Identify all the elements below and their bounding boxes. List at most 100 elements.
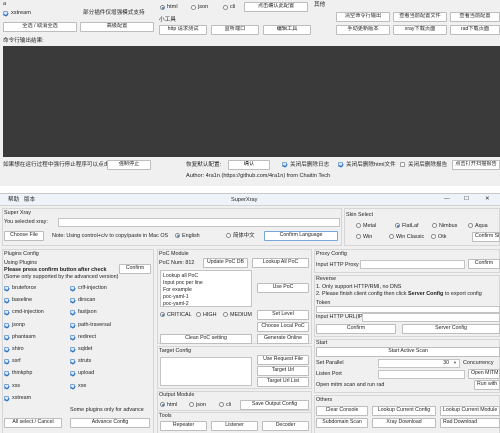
rad-download-button-cn[interactable]: rad下载页面	[450, 25, 500, 35]
clear-console-button[interactable]: Clear Console	[316, 406, 368, 416]
plugin-checkbox-ssrf[interactable]	[4, 359, 9, 365]
proxy-confirm-button[interactable]: Confirm	[468, 259, 500, 269]
plugin-checkbox-path-traversal[interactable]	[70, 322, 75, 328]
select-all-button-cn[interactable]: 全选 / 取消全选	[3, 22, 77, 32]
restore-confirm-button[interactable]: 确认	[228, 160, 270, 170]
output-json-radio[interactable]	[189, 402, 194, 407]
clean-poc-button[interactable]: Clean PoC setting	[160, 334, 252, 344]
plugin-checkbox-dirscan[interactable]	[70, 298, 75, 304]
close-icon[interactable]: ✕	[485, 196, 490, 202]
advance-config-button[interactable]: Advance Config	[70, 418, 150, 428]
skin-metal-radio[interactable]	[356, 223, 361, 228]
plugin-checkbox-upload[interactable]	[70, 371, 75, 377]
skin-win-radio[interactable]	[356, 234, 361, 239]
html-radio-cn[interactable]	[160, 5, 165, 10]
xray-path-field[interactable]	[58, 218, 340, 227]
poc-textarea[interactable]: Lookup all PoC Input poc per line For ex…	[160, 270, 252, 307]
decoder-button[interactable]: Decoder	[262, 421, 309, 431]
edit-tool-button-cn[interactable]: 编辑工具	[263, 25, 311, 35]
skin-aqua-radio[interactable]	[468, 223, 473, 228]
plugin-checkbox-phantasm[interactable]	[4, 334, 9, 340]
server-config-button[interactable]: Server Config	[402, 324, 500, 334]
plugins-confirm-button[interactable]: Confirm	[119, 264, 151, 274]
http-test-button-cn[interactable]: http 请求测试	[159, 25, 207, 35]
lookup-module-button[interactable]: Lookup Current Module	[440, 406, 500, 416]
delete-log-checkbox[interactable]	[282, 162, 287, 167]
listen-port-button-cn[interactable]: 监听端口	[211, 25, 259, 35]
plugin-checkbox-xxe[interactable]	[70, 383, 75, 389]
target-url-list-button[interactable]: Target Url List	[257, 377, 309, 387]
confirm-output-button-cn[interactable]: 点击确认此配置	[244, 2, 308, 12]
run-with-button[interactable]: Run with	[474, 380, 500, 390]
skin-otk-radio[interactable]	[431, 234, 436, 239]
menu-help[interactable]: 帮助	[8, 197, 19, 203]
advanced-config-button-cn[interactable]: 高级配置	[80, 22, 154, 32]
confirm-skin-button[interactable]: Confirm Skin	[472, 232, 500, 242]
plugin-checkbox-thinkphp[interactable]	[4, 371, 9, 377]
open-mitm-button[interactable]: Open MITM	[468, 369, 500, 379]
cmd-output-area[interactable]	[3, 46, 500, 157]
output-html-radio[interactable]	[160, 402, 165, 407]
plugin-checkbox-baseline[interactable]	[4, 298, 9, 304]
plugin-checkbox-xstream[interactable]	[4, 395, 9, 401]
plugin-checkbox-fastjson[interactable]	[70, 310, 75, 316]
skin-winclassic-radio[interactable]	[389, 234, 394, 239]
json-radio-cn[interactable]	[191, 5, 196, 10]
skin-flatlaf-radio[interactable]	[395, 223, 400, 228]
set-level-button[interactable]: Set Level	[257, 310, 309, 320]
start-active-scan-button[interactable]: Start Active Scan	[316, 347, 500, 357]
lookup-config-button[interactable]: Lookup Current Config	[372, 406, 436, 416]
critical-radio[interactable]	[160, 312, 165, 317]
target-textarea[interactable]	[160, 357, 252, 386]
delete-report-checkbox[interactable]	[400, 162, 405, 167]
choose-local-poc-button[interactable]: Choose Local PoC	[257, 322, 309, 332]
maximize-icon[interactable]: ☐	[464, 196, 469, 202]
lookup-all-poc-button[interactable]: Lookup All PoC	[252, 258, 309, 268]
plugin-checkbox-struts[interactable]	[70, 359, 75, 365]
save-output-button[interactable]: Save Output Config	[240, 400, 309, 410]
xstream-checkbox[interactable]	[3, 11, 8, 16]
confirm-language-button[interactable]: Confirm Language	[264, 231, 338, 241]
plugin-checkbox-bruteforce[interactable]	[4, 286, 9, 291]
parallel-select[interactable]: 30 ▼	[378, 359, 460, 368]
skin-nimbus-radio[interactable]	[432, 223, 437, 228]
manual-update-button-cn[interactable]: 手动更新版本	[336, 25, 390, 35]
plugin-checkbox-xss[interactable]	[4, 383, 9, 389]
listener-button[interactable]: Listener	[211, 421, 258, 431]
use-poc-button[interactable]: Use PoC	[257, 283, 309, 293]
open-report-button[interactable]: 点击打开扫描报告	[452, 160, 500, 170]
plugin-checkbox-shiro[interactable]	[4, 347, 9, 352]
generate-online-button[interactable]: Generate Online	[257, 334, 309, 344]
reverse-url-input[interactable]	[362, 313, 500, 322]
high-radio[interactable]	[196, 312, 201, 317]
proxy-input[interactable]	[360, 260, 465, 269]
listen-port-input[interactable]	[378, 370, 465, 379]
use-request-file-button[interactable]: Use Request File	[257, 355, 309, 365]
target-url-button[interactable]: Target Url	[257, 366, 309, 376]
medium-radio[interactable]	[223, 312, 228, 317]
plugin-checkbox-sqldet[interactable]	[70, 347, 75, 352]
plugin-checkbox-redirect[interactable]	[70, 334, 75, 340]
token-input[interactable]	[316, 306, 500, 313]
xray-download-button-cn[interactable]: xray下载页面	[393, 25, 447, 35]
plugin-checkbox-cmd-injection[interactable]	[4, 310, 9, 316]
minimize-icon[interactable]: —	[444, 196, 450, 202]
cli-radio-cn[interactable]	[223, 5, 228, 10]
reverse-confirm-button[interactable]: Confirm	[316, 324, 396, 334]
plugin-checkbox-crlf-injection[interactable]	[70, 286, 75, 291]
view-module-button-cn[interactable]: 查看当前配置	[450, 12, 500, 22]
english-radio[interactable]	[175, 233, 180, 238]
output-cli-radio[interactable]	[219, 402, 224, 407]
choose-file-button[interactable]: Choose File	[4, 231, 44, 241]
repeater-button[interactable]: Repeater	[160, 421, 207, 431]
subdomain-scan-button[interactable]: Subdomain Scan	[316, 418, 368, 428]
delete-html-checkbox[interactable]	[338, 162, 343, 167]
plugin-checkbox-jsonp[interactable]	[4, 322, 9, 328]
update-poc-db-button[interactable]: Update PoC DB	[203, 258, 248, 268]
force-stop-button[interactable]: 强制停止	[107, 160, 151, 170]
menu-version[interactable]: 版本	[24, 197, 35, 203]
xray-download-button[interactable]: Xray Download	[372, 418, 436, 428]
select-all-button[interactable]: All select / Cancel	[4, 418, 62, 428]
rad-download-button[interactable]: Rad Download	[440, 418, 500, 428]
chinese-radio[interactable]	[226, 233, 231, 238]
